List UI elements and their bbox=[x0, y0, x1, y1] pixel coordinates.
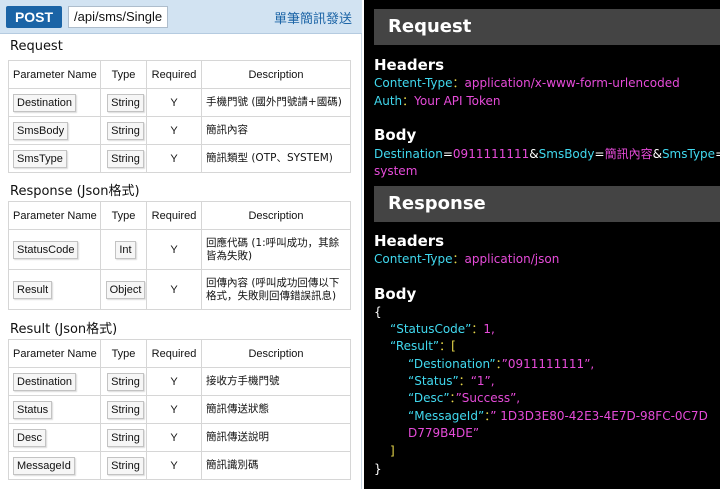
col-description: Description bbox=[201, 201, 351, 230]
param-name-tag: StatusCode bbox=[13, 240, 79, 259]
param-required: Y bbox=[146, 423, 202, 452]
method-badge[interactable]: POST bbox=[6, 6, 62, 28]
json-status-line: “Status”：“1”, bbox=[408, 374, 495, 388]
param-type-tag: String bbox=[107, 428, 144, 447]
response-header-content-type: Content-Type：application/json bbox=[374, 252, 560, 266]
json-messageid-line-wrap: D779B4DE” bbox=[408, 426, 480, 440]
table-header-row: Parameter Name Type Required Description bbox=[8, 201, 351, 230]
table-row: SmsType String Y 簡訊類型 (OTP、SYSTEM) bbox=[8, 144, 351, 173]
table-row: Desc String Y 簡訊傳送說明 bbox=[8, 423, 351, 452]
json-messageid-line: “MessageId”：” 1D3D3E80-42E3-4E7D-98FC-0C… bbox=[408, 409, 708, 423]
response-params-table: Parameter Name Type Required Description… bbox=[8, 201, 351, 310]
endpoint-title-link[interactable]: 單筆簡訊發送 bbox=[274, 8, 352, 27]
table-row: Destination String Y 手機門號 (國外門號請+國碼) bbox=[8, 88, 351, 117]
col-parameter-name: Parameter Name bbox=[8, 60, 101, 89]
request-params-table: Parameter Name Type Required Description… bbox=[8, 60, 351, 173]
endpoint-bar: POST /api/sms/Single 單筆簡訊發送 bbox=[0, 0, 362, 34]
col-required: Required bbox=[146, 60, 202, 89]
param-required: Y bbox=[146, 451, 202, 480]
param-type-tag: String bbox=[107, 372, 144, 391]
json-brace-close: } bbox=[374, 462, 382, 476]
col-description: Description bbox=[201, 60, 351, 89]
param-type-tag: Object bbox=[105, 280, 146, 299]
param-required: Y bbox=[146, 144, 202, 173]
json-desc-line: “Desc”：”Success”, bbox=[408, 391, 521, 405]
table-row: Result Object Y 回傳內容 (呼叫成功回傳以下格式，失敗則回傳錯誤… bbox=[8, 269, 351, 310]
table-row: SmsBody String Y 簡訊內容 bbox=[8, 116, 351, 145]
param-name-tag: Status bbox=[13, 400, 53, 419]
result-params-table: Parameter Name Type Required Description… bbox=[8, 339, 351, 480]
param-type-tag: String bbox=[107, 149, 144, 168]
param-type-tag: Int bbox=[115, 240, 136, 259]
request-header-auth: Auth：Your API Token bbox=[374, 94, 501, 108]
param-type-tag: String bbox=[107, 456, 144, 475]
json-destination-line: “Destionation”：”0911111111”, bbox=[408, 357, 595, 371]
endpoint-path: /api/sms/Single bbox=[68, 6, 168, 28]
param-name-tag: Destination bbox=[13, 372, 77, 391]
request-body-line-wrap: system bbox=[374, 164, 418, 178]
example-code-panel: Request Headers Content-Type：application… bbox=[364, 0, 720, 489]
param-name-tag: Result bbox=[13, 280, 53, 299]
api-doc-panel: POST /api/sms/Single 單筆簡訊發送 Request Para… bbox=[0, 0, 362, 489]
request-body-line: Destination=0911111111&SmsBody=簡訊內容&SmsT… bbox=[374, 147, 720, 161]
request-body-label: Body bbox=[374, 126, 417, 144]
param-required: Y bbox=[146, 116, 202, 145]
request-section-title: Request bbox=[10, 39, 63, 54]
param-description: 簡訊類型 (OTP、SYSTEM) bbox=[201, 144, 351, 173]
param-description: 回傳內容 (呼叫成功回傳以下格式，失敗則回傳錯誤訊息) bbox=[201, 269, 351, 310]
param-required: Y bbox=[146, 395, 202, 424]
param-description: 簡訊識別碼 bbox=[201, 451, 351, 480]
param-name-tag: Destination bbox=[13, 93, 77, 112]
col-type: Type bbox=[100, 201, 147, 230]
response-headers-label: Headers bbox=[374, 232, 445, 250]
col-parameter-name: Parameter Name bbox=[8, 201, 101, 230]
param-required: Y bbox=[146, 88, 202, 117]
param-description: 回應代碼 (1:呼叫成功，其餘皆為失敗) bbox=[201, 229, 351, 270]
table-header-row: Parameter Name Type Required Description bbox=[8, 339, 351, 368]
param-description: 簡訊內容 bbox=[201, 116, 351, 145]
json-brace-open: { bbox=[374, 305, 382, 319]
param-description: 接收方手機門號 bbox=[201, 367, 351, 396]
table-row: StatusCode Int Y 回應代碼 (1:呼叫成功，其餘皆為失敗) bbox=[8, 229, 351, 270]
param-description: 簡訊傳送狀態 bbox=[201, 395, 351, 424]
param-name-tag: SmsBody bbox=[13, 121, 69, 140]
table-header-row: Parameter Name Type Required Description bbox=[8, 60, 351, 89]
json-statuscode-line: “StatusCode”：1, bbox=[390, 322, 495, 336]
param-name-tag: MessageId bbox=[13, 456, 75, 475]
response-section-title: Response (Json格式) bbox=[10, 184, 140, 199]
param-description: 手機門號 (國外門號請+國碼) bbox=[201, 88, 351, 117]
col-description: Description bbox=[201, 339, 351, 368]
request-header-content-type: Content-Type：application/x-www-form-urle… bbox=[374, 76, 680, 90]
param-description: 簡訊傳送說明 bbox=[201, 423, 351, 452]
param-required: Y bbox=[146, 229, 202, 270]
param-type-tag: String bbox=[107, 93, 144, 112]
table-row: MessageId String Y 簡訊識別碼 bbox=[8, 451, 351, 480]
param-required: Y bbox=[146, 367, 202, 396]
param-name-tag: Desc bbox=[13, 428, 47, 447]
param-type-tag: String bbox=[107, 121, 144, 140]
request-headers-label: Headers bbox=[374, 56, 445, 74]
json-result-close: ] bbox=[390, 444, 395, 458]
param-type-tag: String bbox=[107, 400, 144, 419]
col-type: Type bbox=[100, 60, 147, 89]
table-row: Destination String Y 接收方手機門號 bbox=[8, 367, 351, 396]
col-required: Required bbox=[146, 339, 202, 368]
result-section-title: Result (Json格式) bbox=[10, 322, 118, 337]
response-body-label: Body bbox=[374, 285, 417, 303]
col-type: Type bbox=[100, 339, 147, 368]
col-required: Required bbox=[146, 201, 202, 230]
json-result-line: “Result”：[ bbox=[390, 339, 456, 353]
param-name-tag: SmsType bbox=[13, 149, 67, 168]
request-example-band: Request bbox=[374, 9, 720, 45]
param-required: Y bbox=[146, 269, 202, 310]
response-example-band: Response bbox=[374, 186, 720, 222]
table-row: Status String Y 簡訊傳送狀態 bbox=[8, 395, 351, 424]
col-parameter-name: Parameter Name bbox=[8, 339, 101, 368]
